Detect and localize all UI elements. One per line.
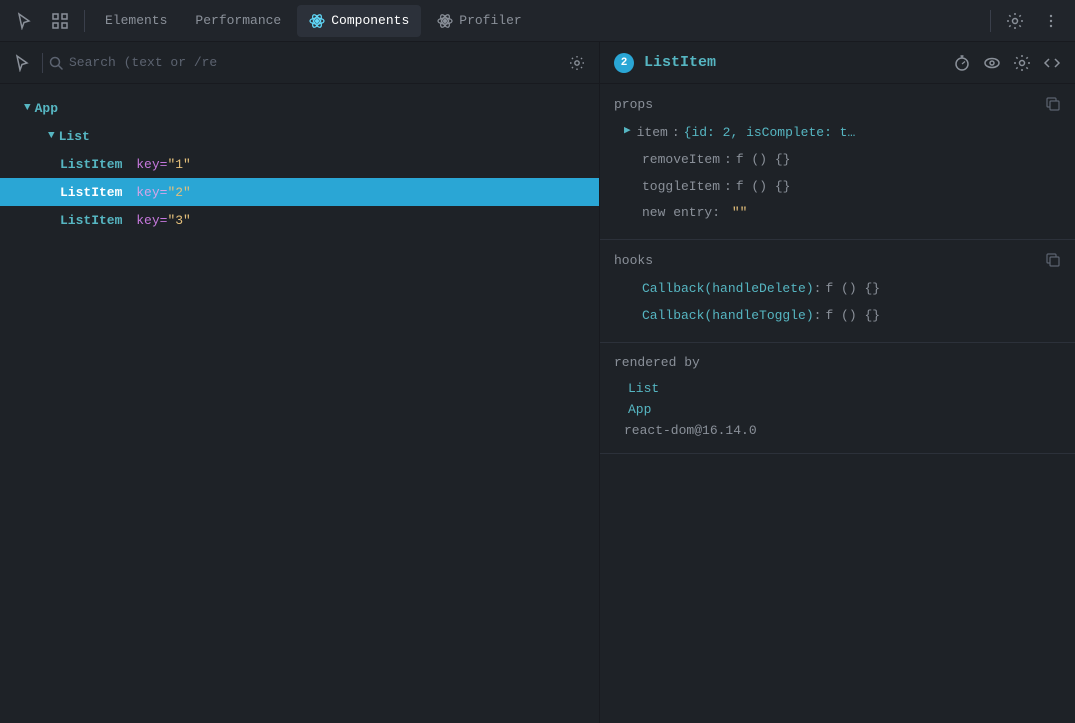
hooks-copy-button[interactable] [1045, 252, 1061, 268]
prop-key-newEntry: new entry [642, 203, 712, 224]
listitem1-key-val: "1" [167, 157, 190, 172]
more-options-button[interactable] [1035, 5, 1067, 37]
listitem3-name: ListItem [60, 213, 122, 228]
tree-item-listitem1[interactable]: ListItem key="1" [0, 150, 599, 178]
listitem1-name: ListItem [60, 157, 122, 172]
hook-row-handleToggle: Callback(handleToggle) : f () {} [600, 303, 1075, 330]
toolbar-divider-2 [990, 10, 991, 32]
prop-colon-toggleItem: : [724, 177, 732, 198]
prop-colon-newEntry: : [712, 203, 728, 224]
listitem2-key-val: "2" [167, 185, 190, 200]
eye-icon-button[interactable] [983, 54, 1001, 72]
prop-row-removeItem: removeItem : f () {} [600, 147, 1075, 174]
frame-icon-button[interactable] [44, 5, 76, 37]
components-react-icon [309, 13, 325, 29]
debug-icon-button[interactable] [1013, 54, 1031, 72]
tab-profiler[interactable]: Profiler [425, 5, 533, 37]
listitem2-name: ListItem [60, 185, 122, 200]
main-area: ▼ App ▼ List ListItem key="1" ListItem k… [0, 42, 1075, 723]
hooks-section: hooks Callback(handleDelete) : f () {} C… [600, 240, 1075, 343]
list-component-name: List [59, 129, 90, 144]
hook-colon-handleToggle: : [814, 306, 822, 327]
props-section-header: props [600, 96, 1075, 120]
search-settings-button[interactable] [563, 49, 591, 77]
tab-profiler-label: Profiler [459, 13, 521, 28]
header-icons [953, 54, 1061, 72]
right-panel: 2 ListItem [600, 42, 1075, 723]
search-input-wrap [49, 55, 557, 70]
prop-row-newEntry: new entry : "" [600, 200, 1075, 227]
search-divider [42, 53, 43, 73]
listitem2-key-attr: key= [128, 185, 167, 200]
search-icon [49, 56, 63, 70]
search-input[interactable] [69, 55, 557, 70]
listitem3-key-attr: key= [128, 213, 167, 228]
tab-elements-label: Elements [105, 13, 167, 28]
listitem3-key-val: "3" [167, 213, 190, 228]
prop-val-removeItem: f () {} [736, 150, 791, 171]
prop-key-item: item [637, 123, 668, 144]
stopwatch-icon-button[interactable] [953, 54, 971, 72]
rendered-by-app-link[interactable]: App [600, 399, 1075, 420]
component-header: 2 ListItem [600, 42, 1075, 84]
prop-colon-item: : [672, 123, 680, 144]
toolbar-divider-1 [84, 10, 85, 32]
tab-performance[interactable]: Performance [183, 5, 293, 37]
listitem1-key-attr: key= [128, 157, 167, 172]
app-component-name: App [35, 101, 58, 116]
tree-item-listitem2[interactable]: ListItem key="2" [0, 178, 599, 206]
rendered-by-section: rendered by List App react-dom@16.14.0 [600, 343, 1075, 454]
rendered-by-footer: react-dom@16.14.0 [600, 420, 1075, 441]
prop-row-item: ▶ item : {id: 2, isComplete: t… [600, 120, 1075, 147]
tree-arrow-app: ▼ [24, 102, 31, 114]
search-bar [0, 42, 599, 84]
prop-row-toggleItem: toggleItem : f () {} [600, 174, 1075, 201]
hook-val-handleDelete: f () {} [825, 279, 880, 300]
prop-val-newEntry: "" [732, 203, 748, 224]
prop-arrow-item[interactable]: ▶ [624, 123, 631, 141]
component-badge: 2 [614, 53, 634, 73]
prop-key-toggleItem: toggleItem [642, 177, 720, 198]
hook-row-handleDelete: Callback(handleDelete) : f () {} [600, 276, 1075, 303]
hook-key-handleToggle: Callback(handleToggle) [642, 306, 814, 327]
tree-item-app[interactable]: ▼ App [0, 94, 599, 122]
props-copy-button[interactable] [1045, 96, 1061, 112]
hook-key-handleDelete: Callback(handleDelete) [642, 279, 814, 300]
settings-icon-button[interactable] [999, 5, 1031, 37]
tab-components[interactable]: Components [297, 5, 421, 37]
top-toolbar: Elements Performance Components Profil [0, 0, 1075, 42]
rendered-by-header: rendered by [600, 355, 1075, 378]
rendered-by-list-link[interactable]: List [600, 378, 1075, 399]
toolbar-right [986, 5, 1067, 37]
tree-arrow-list: ▼ [48, 130, 55, 142]
cursor-select-button[interactable] [8, 49, 36, 77]
prop-colon-removeItem: : [724, 150, 732, 171]
props-section: props ▶ item : {id: 2, isComplete: t… re… [600, 84, 1075, 240]
hook-colon-handleDelete: : [814, 279, 822, 300]
left-panel: ▼ App ▼ List ListItem key="1" ListItem k… [0, 42, 600, 723]
props-title: props [614, 97, 653, 112]
tab-elements[interactable]: Elements [93, 5, 179, 37]
hook-val-handleToggle: f () {} [825, 306, 880, 327]
prop-key-removeItem: removeItem [642, 150, 720, 171]
tree-item-listitem3[interactable]: ListItem key="3" [0, 206, 599, 234]
code-icon-button[interactable] [1043, 54, 1061, 72]
prop-val-toggleItem: f () {} [736, 177, 791, 198]
cursor-icon-button[interactable] [8, 5, 40, 37]
hooks-section-header: hooks [600, 252, 1075, 276]
tree-item-list[interactable]: ▼ List [0, 122, 599, 150]
prop-val-item: {id: 2, isComplete: t… [684, 123, 856, 144]
tab-components-label: Components [331, 13, 409, 28]
tab-performance-label: Performance [195, 13, 281, 28]
component-tree: ▼ App ▼ List ListItem key="1" ListItem k… [0, 84, 599, 723]
profiler-react-icon [437, 13, 453, 29]
rendered-by-title: rendered by [614, 355, 700, 370]
component-header-name: ListItem [644, 54, 943, 71]
hooks-title: hooks [614, 253, 653, 268]
